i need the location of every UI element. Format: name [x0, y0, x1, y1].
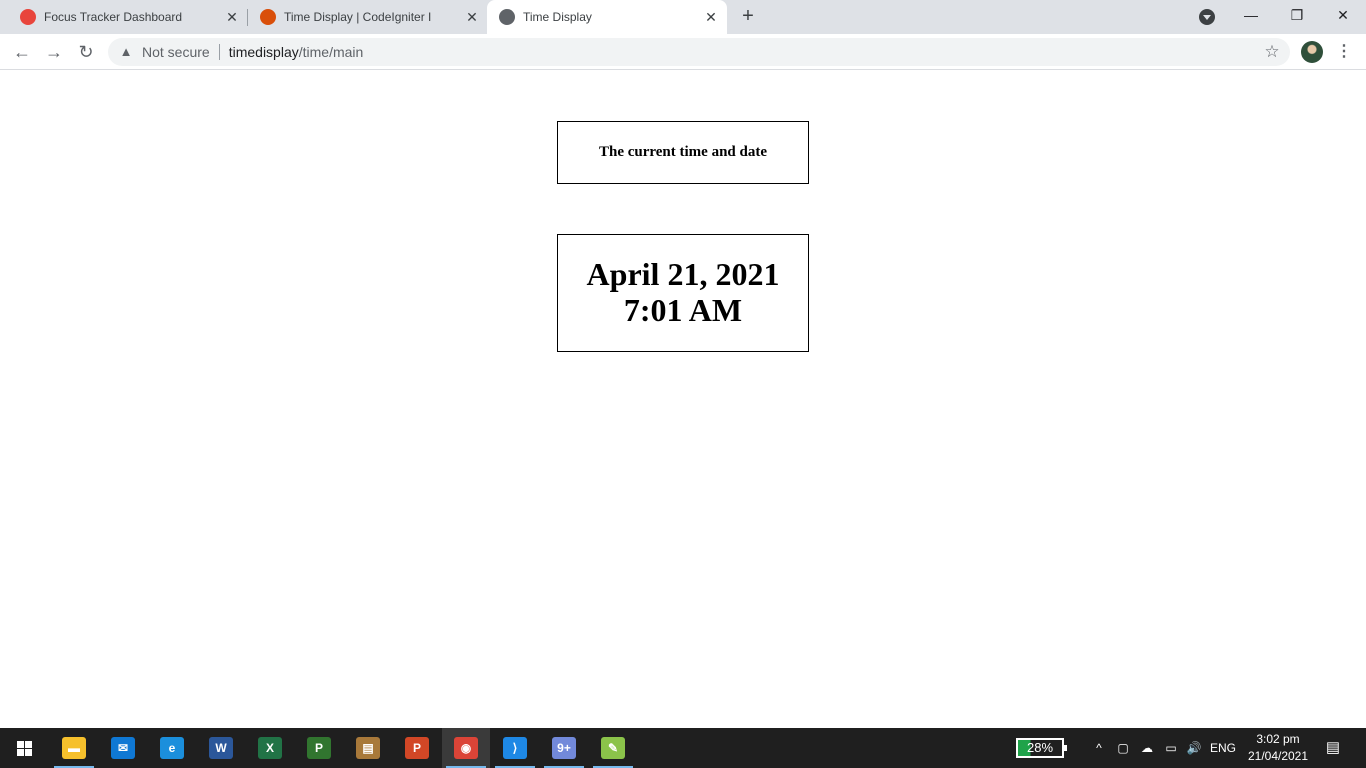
taskbar-app-file-explorer[interactable]: ▬: [50, 728, 98, 768]
taskbar-app-word[interactable]: W: [197, 728, 245, 768]
taskbar-app-project[interactable]: P: [295, 728, 343, 768]
tab-codeigniter[interactable]: Time Display | CodeIgniter I ✕: [240, 0, 488, 34]
tab-title: Time Display: [523, 10, 592, 24]
onedrive-cloud-icon[interactable]: ☁: [1138, 728, 1156, 768]
excel-icon: X: [258, 737, 282, 759]
close-window-icon[interactable]: ✕: [1320, 0, 1366, 30]
tab-title: Focus Tracker Dashboard: [44, 10, 183, 24]
taskbar-app-vscode[interactable]: ⟩: [491, 728, 539, 768]
clock-date: 21/04/2021: [1247, 749, 1309, 763]
windows-logo-icon: [16, 740, 32, 756]
taskbar: ▬ ✉ e W X P ▤ P ◉ ⟩ 9+ ✎ 28% ^ ▢ ☁ ▭ 🔊 ENG 3:02 pm …: [0, 728, 1366, 768]
volume-icon[interactable]: 🔊: [1184, 728, 1204, 768]
taskbar-app-chrome[interactable]: ◉: [442, 728, 490, 768]
tab-close-icon[interactable]: ✕: [224, 9, 240, 25]
tab-close-icon[interactable]: ✕: [703, 9, 719, 25]
new-tab-icon[interactable]: +: [736, 5, 760, 29]
security-label[interactable]: Not secure: [142, 44, 210, 60]
tab-time-display[interactable]: Time Display ✕: [487, 0, 727, 34]
taskbar-app-excel[interactable]: X: [246, 728, 294, 768]
chrome-icon: ◉: [454, 737, 478, 759]
restore-icon[interactable]: ❐: [1274, 0, 1320, 30]
tab-focus-tracker[interactable]: Focus Tracker Dashboard ✕: [0, 0, 248, 34]
powerpoint-icon: P: [405, 737, 429, 759]
reload-icon[interactable]: ↻: [74, 40, 98, 64]
menu-icon[interactable]: ⋮: [1334, 40, 1354, 64]
datetime-box: April 21, 2021 7:01 AM: [557, 234, 809, 352]
profile-avatar[interactable]: [1301, 41, 1323, 63]
book-icon: ▤: [356, 737, 380, 759]
taskbar-app-powerpoint[interactable]: P: [393, 728, 441, 768]
mail-icon: ✉: [111, 737, 135, 759]
globe-icon: [499, 9, 515, 25]
tab-search-icon[interactable]: [1199, 9, 1215, 25]
discord-icon: 9+: [552, 737, 576, 759]
taskbar-app-edge[interactable]: e: [148, 728, 196, 768]
start-button[interactable]: [0, 728, 48, 768]
back-icon[interactable]: ←: [10, 40, 34, 64]
page-heading-box: The current time and date: [557, 121, 809, 184]
clock-time: 3:02 pm: [1256, 732, 1300, 746]
warning-icon[interactable]: ▲: [118, 44, 134, 60]
codeigniter-favicon-icon: [260, 9, 276, 25]
omnibox-divider: [218, 44, 220, 60]
tab-strip: Focus Tracker Dashboard ✕ Time Display |…: [0, 0, 1366, 34]
battery-tray-icon[interactable]: ▭: [1162, 728, 1180, 768]
minimize-icon[interactable]: —: [1228, 0, 1274, 30]
project-icon: P: [307, 737, 331, 759]
battery-indicator[interactable]: 28%: [1016, 738, 1067, 758]
url-host: timedisplay: [228, 44, 299, 60]
show-hidden-icons-chevron-icon[interactable]: ^: [1090, 728, 1108, 768]
file-explorer-icon: ▬: [62, 737, 86, 759]
page-heading: The current time and date: [598, 144, 768, 160]
taskbar-app-book[interactable]: ▤: [344, 728, 392, 768]
word-icon: W: [209, 737, 233, 759]
current-date: April 21, 2021: [586, 256, 780, 292]
language-indicator[interactable]: ENG: [1208, 728, 1238, 768]
tab-close-icon[interactable]: ✕: [464, 9, 480, 25]
focus-tracker-favicon-icon: [20, 9, 36, 25]
notification-center-icon[interactable]: ▤: [1322, 737, 1344, 759]
url-path: /time/main: [298, 44, 364, 60]
meet-now-icon[interactable]: ▢: [1114, 728, 1132, 768]
taskbar-app-discord[interactable]: 9+: [540, 728, 588, 768]
address-bar[interactable]: ▲ Not secure timedisplay/time/main: [108, 38, 1290, 66]
edge-icon: e: [160, 737, 184, 759]
browser-toolbar: ← → ↻ ▲ Not secure timedisplay/time/main…: [0, 34, 1366, 70]
current-time: 7:01 AM: [623, 292, 743, 328]
paint-icon: ✎: [601, 737, 625, 759]
tab-title: Time Display | CodeIgniter I: [284, 10, 432, 24]
forward-icon[interactable]: →: [42, 40, 66, 64]
taskbar-app-mail[interactable]: ✉: [99, 728, 147, 768]
taskbar-app-paint[interactable]: ✎: [589, 728, 637, 768]
url-text[interactable]: timedisplay/time/main: [229, 44, 364, 60]
vscode-icon: ⟩: [503, 737, 527, 759]
system-clock[interactable]: 3:02 pm 21/04/2021: [1244, 731, 1312, 765]
bookmark-star-icon[interactable]: ☆: [1262, 42, 1282, 62]
